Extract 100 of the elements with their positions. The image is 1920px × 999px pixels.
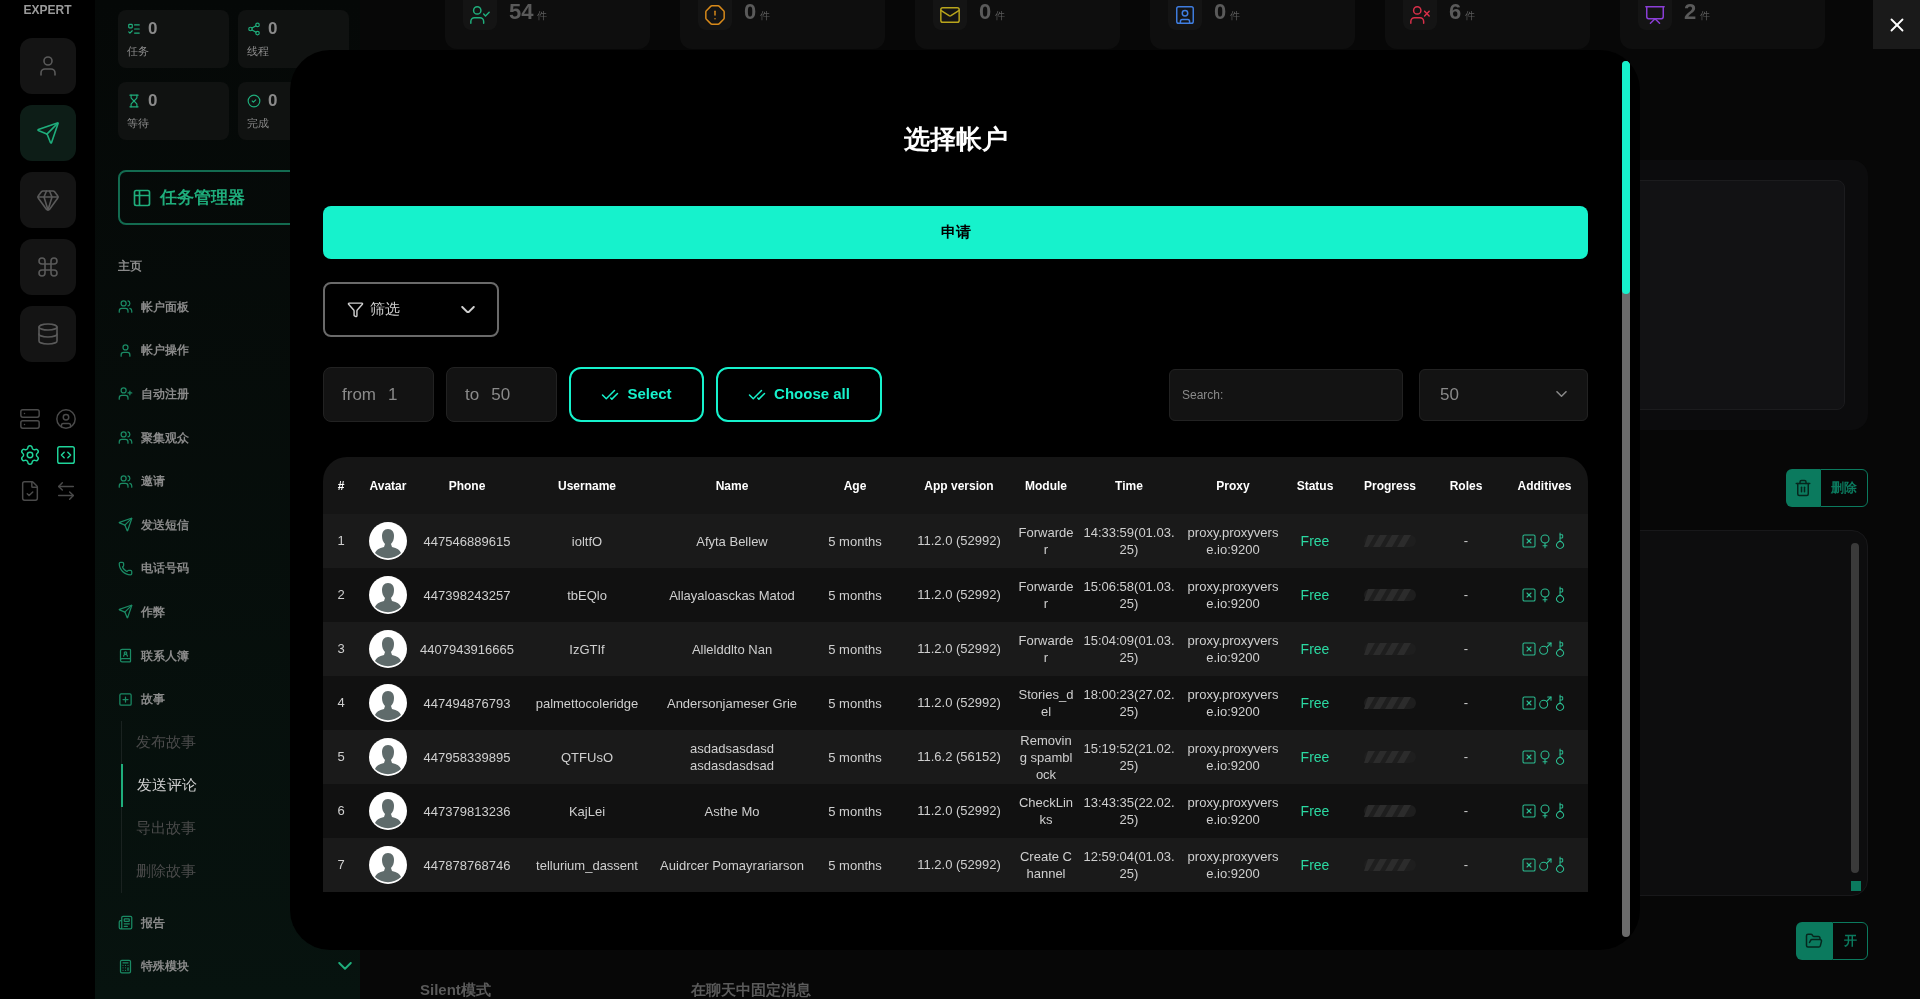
table-cell: 5 months <box>807 730 903 784</box>
avatar <box>369 792 407 830</box>
table-cell: Stories_del <box>1015 676 1077 730</box>
user-pin-icon[interactable] <box>54 408 77 430</box>
code-icon[interactable] <box>54 444 77 466</box>
table-cell: 5 months <box>807 838 903 892</box>
avatar <box>369 576 407 614</box>
chevron-icon <box>338 962 352 971</box>
column-header: Status <box>1285 457 1345 514</box>
table-cell: 14:33:59(01.03.25) <box>1077 514 1181 568</box>
table-cell: 11.6.2 (56152) <box>903 730 1015 784</box>
table-cell: - <box>1435 784 1497 838</box>
table-cell: - <box>1435 568 1497 622</box>
table-cell: QTFUsO <box>517 730 657 784</box>
column-header: Progress <box>1345 457 1435 514</box>
nav-icon <box>118 648 133 664</box>
select-button[interactable]: Select <box>569 367 704 422</box>
table-cell: 11.2.0 (52992) <box>903 622 1015 676</box>
table-cell: 447494876793 <box>417 676 517 730</box>
folder-icon-tile[interactable] <box>1796 922 1832 960</box>
apply-button[interactable]: 申请 <box>323 206 1588 259</box>
modal-scrollbar[interactable] <box>1622 61 1630 937</box>
rail-button[interactable] <box>19 172 76 228</box>
nav-icon <box>118 299 133 315</box>
nav-item[interactable]: 特殊模块 <box>118 944 360 989</box>
rail-button[interactable] <box>19 239 76 295</box>
table-cell: CheckLinks <box>1015 784 1077 838</box>
table-cell: proxy.proxyverse.io:9200 <box>1181 514 1285 568</box>
nav-item[interactable]: 报告 <box>118 900 360 945</box>
field-label: from <box>342 383 376 406</box>
table-cell: 11.2.0 (52992) <box>903 676 1015 730</box>
from-field[interactable]: from 1 <box>323 367 434 422</box>
scrollbar-thumb[interactable] <box>1622 61 1630 294</box>
status-cell: Free <box>1285 784 1345 838</box>
nav-icon <box>118 517 133 533</box>
count-value: 0 <box>1214 0 1227 24</box>
server-icon[interactable] <box>18 408 41 430</box>
column-header: Module <box>1015 457 1077 514</box>
column-header: Name <box>657 457 807 514</box>
status-cell: Free <box>1285 838 1345 892</box>
nav-icon <box>118 473 133 489</box>
table-cell: Asthe Mo <box>657 784 807 838</box>
screen-x-icon <box>1521 641 1537 657</box>
trash-icon-tile[interactable] <box>1786 469 1820 507</box>
nav-icon <box>118 604 133 620</box>
search-field[interactable]: Search: <box>1169 368 1403 421</box>
column-header: Avatar <box>359 457 417 514</box>
table-cell: 4 <box>323 676 359 730</box>
filter-dropdown[interactable]: 筛选 <box>323 282 499 337</box>
table-cell: 447379813236 <box>417 784 517 838</box>
page-size-select[interactable]: 50 <box>1419 368 1588 421</box>
scrollbar[interactable] <box>1851 543 1859 873</box>
table-cell: tbEQlo <box>517 568 657 622</box>
table-cell: 18:00:23(27.02.25) <box>1077 676 1181 730</box>
choose-all-button[interactable]: Choose all <box>716 367 882 422</box>
open-button[interactable]: 开 <box>1832 922 1868 960</box>
table-cell: 4407943916665 <box>417 622 517 676</box>
table-cell: palmettocoleridge <box>517 676 657 730</box>
stat-icon <box>127 21 141 36</box>
count-unit: 件 <box>995 9 1006 23</box>
nav-icon <box>118 958 133 974</box>
settings-icon[interactable] <box>18 444 41 466</box>
stat-label: 任务 <box>127 43 150 59</box>
trash-icon <box>1794 479 1812 497</box>
resize-handle[interactable] <box>1851 881 1861 891</box>
nav-icon <box>118 915 133 931</box>
count-value: 54 <box>509 0 534 24</box>
database-icon <box>35 322 60 346</box>
table-cell: proxy.proxyverse.io:9200 <box>1181 784 1285 838</box>
table-cell: proxy.proxyverse.io:9200 <box>1181 676 1285 730</box>
table-cell: Allayaloasckas Matod <box>657 568 807 622</box>
count-unit: 件 <box>1230 9 1241 23</box>
status-cell: Free <box>1285 568 1345 622</box>
table-cell: KajLei <box>517 784 657 838</box>
column-header: Additives <box>1497 457 1588 514</box>
table-cell: proxy.proxyverse.io:9200 <box>1181 730 1285 784</box>
male-icon <box>1537 641 1553 657</box>
delete-button[interactable]: 删除 <box>1820 469 1868 507</box>
stat-label: 等待 <box>127 115 150 131</box>
nav-icon <box>118 342 133 358</box>
status-cell: Free <box>1285 730 1345 784</box>
table-cell: Forwarder <box>1015 568 1077 622</box>
avatar <box>369 522 407 560</box>
column-header: # <box>323 457 359 514</box>
stat-value: 0 <box>148 18 158 40</box>
table-cell: Create Channel <box>1015 838 1077 892</box>
count-value: 6 <box>1449 0 1462 24</box>
close-button[interactable] <box>1873 0 1920 49</box>
field-label: to <box>465 383 480 406</box>
table-cell: IzGTIf <box>517 622 657 676</box>
section-title: Silent模式 <box>420 981 491 999</box>
table-cell: asdadsasdasd asdasdasdsad <box>657 730 807 784</box>
table-cell: Forwarder <box>1015 622 1077 676</box>
table-cell: 11.2.0 (52992) <box>903 784 1015 838</box>
rail-button[interactable] <box>19 306 76 362</box>
chevron-icon <box>1556 391 1567 398</box>
nav-icon <box>118 386 133 402</box>
to-field[interactable]: to 50 <box>446 367 557 422</box>
table-cell: 11.2.0 (52992) <box>903 838 1015 892</box>
rail-button[interactable] <box>19 105 76 161</box>
